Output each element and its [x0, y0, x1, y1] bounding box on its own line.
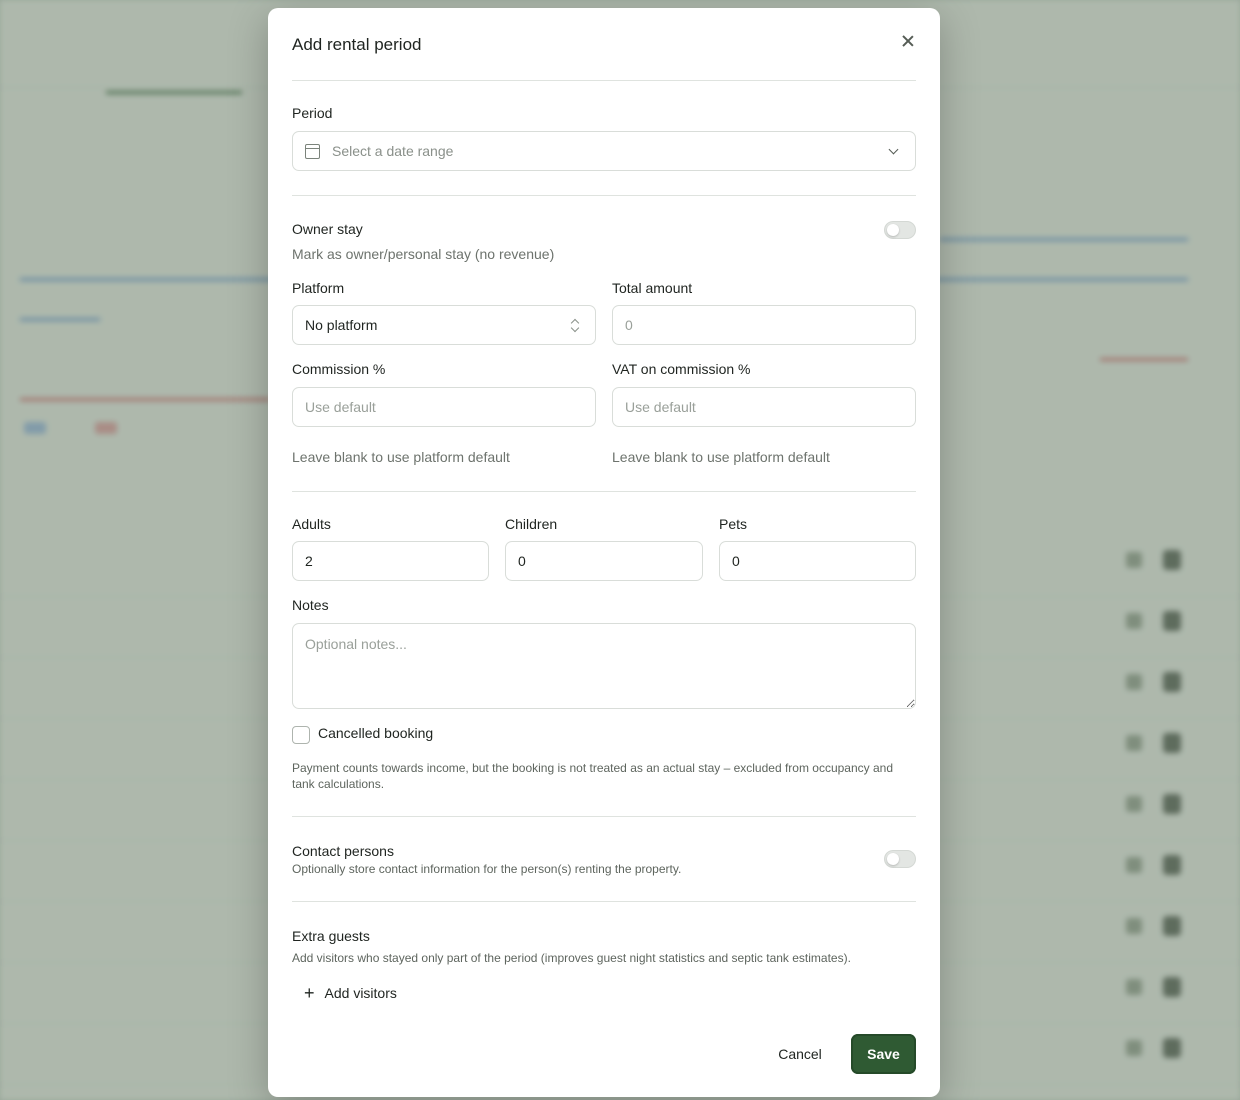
extra-guests-description: Add visitors who stayed only part of the…	[292, 951, 851, 965]
period-label: Period	[292, 105, 333, 121]
commission-label: Commission %	[292, 361, 386, 377]
extra-guests-label: Extra guests	[292, 928, 370, 944]
notes-textarea[interactable]	[292, 623, 916, 709]
contact-persons-label: Contact persons	[292, 843, 394, 859]
divider	[292, 491, 916, 492]
commission-help: Leave blank to use platform default	[292, 449, 510, 465]
calendar-icon	[305, 143, 320, 159]
children-input[interactable]	[505, 541, 703, 581]
add-visitors-button[interactable]: + Add visitors	[304, 984, 397, 1002]
up-down-chevron-icon	[571, 319, 579, 333]
adults-label: Adults	[292, 516, 331, 532]
vat-commission-help: Leave blank to use platform default	[612, 449, 830, 465]
cancelled-booking-label[interactable]: Cancelled booking	[318, 725, 433, 741]
pets-label: Pets	[719, 516, 748, 532]
save-button[interactable]: Save	[851, 1034, 916, 1074]
plus-icon: +	[304, 983, 315, 1003]
platform-label: Platform	[292, 280, 345, 296]
owner-stay-toggle[interactable]	[884, 221, 916, 239]
platform-value: No platform	[305, 317, 378, 333]
contact-persons-description: Optionally store contact information for…	[292, 862, 682, 876]
owner-stay-label: Owner stay	[292, 221, 363, 237]
total-amount-label: Total amount	[612, 280, 693, 296]
adults-input[interactable]	[292, 541, 489, 581]
chevron-down-icon	[888, 144, 899, 155]
divider	[292, 901, 916, 902]
vat-commission-input[interactable]	[612, 387, 916, 427]
period-date-range-picker[interactable]: Select a date range	[292, 131, 916, 171]
add-rental-period-dialog: Add rental period Period Select a date r…	[268, 8, 940, 1097]
commission-input[interactable]	[292, 387, 596, 427]
pets-input[interactable]	[719, 541, 916, 581]
cancelled-booking-checkbox[interactable]	[292, 726, 310, 744]
vat-commission-label: VAT on commission %	[612, 361, 751, 377]
add-visitors-label: Add visitors	[324, 985, 397, 1001]
contact-persons-toggle[interactable]	[884, 850, 916, 868]
platform-select[interactable]: No platform	[292, 305, 596, 345]
divider	[292, 816, 916, 817]
cancelled-booking-description: Payment counts towards income, but the b…	[292, 761, 894, 791]
divider	[292, 195, 916, 196]
close-icon[interactable]	[898, 31, 918, 51]
children-label: Children	[505, 516, 558, 532]
toggle-knob	[887, 224, 899, 236]
cancel-button[interactable]: Cancel	[764, 1034, 836, 1074]
total-amount-input[interactable]	[612, 305, 916, 345]
notes-label: Notes	[292, 597, 329, 613]
divider	[292, 80, 916, 81]
owner-stay-description: Mark as owner/personal stay (no revenue)	[292, 246, 555, 262]
dialog-title: Add rental period	[292, 35, 422, 54]
period-placeholder: Select a date range	[332, 143, 454, 159]
toggle-knob	[887, 853, 899, 865]
